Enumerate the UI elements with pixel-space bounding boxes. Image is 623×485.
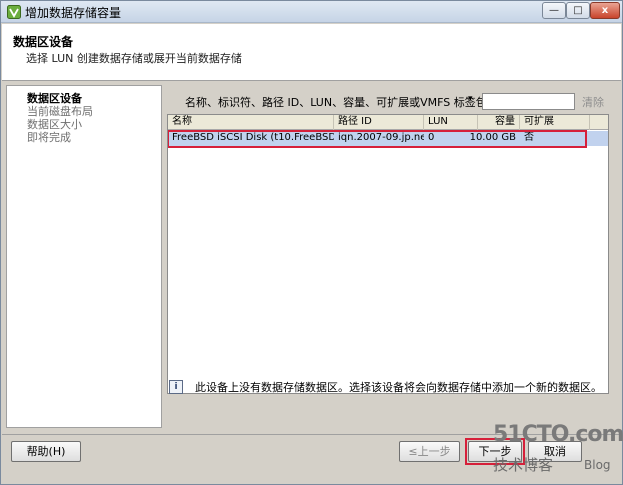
watermark: 51CTO.com 技术博客 Blog	[485, 422, 623, 482]
wizard-content: 名称、标识符、路径 ID、LUN、容量、可扩展或VMFS 标签包含: ▾ 清除 …	[163, 85, 619, 428]
watermark-blog-cn: 技术博客	[493, 456, 554, 474]
page-title: 数据区设备	[13, 35, 74, 49]
device-table: 名称 路径 ID LUN 容量 可扩展 FreeBSD iSCSI Disk (…	[167, 114, 609, 394]
maximize-button[interactable]: □	[566, 2, 590, 19]
wizard-window: 增加数据存储容量 — □ x 数据区设备 选择 LUN 创建数据存储或展开当前数…	[0, 0, 623, 485]
vsphere-app-icon	[7, 5, 21, 19]
step-ready-to-complete: 即将完成	[27, 131, 71, 144]
back-button[interactable]: ≤上一步	[399, 441, 460, 462]
wizard-header: 数据区设备 选择 LUN 创建数据存储或展开当前数据存储	[2, 24, 621, 81]
column-header-lun[interactable]: LUN	[424, 115, 478, 130]
title-bar[interactable]: 增加数据存储容量 — □ x	[1, 1, 622, 23]
clear-filter-button[interactable]: 清除	[582, 94, 604, 110]
column-header-name[interactable]: 名称	[168, 115, 334, 130]
close-button[interactable]: x	[590, 2, 620, 19]
window-title: 增加数据存储容量	[25, 6, 122, 20]
wizard-steps-panel: 数据区设备 当前磁盘布局 数据区大小 即将完成	[6, 85, 162, 428]
filter-label: 名称、标识符、路径 ID、LUN、容量、可扩展或VMFS 标签包含:	[185, 96, 502, 109]
watermark-blog: Blog	[584, 458, 611, 472]
page-subtitle: 选择 LUN 创建数据存储或展开当前数据存储	[26, 52, 242, 65]
filter-input[interactable]	[482, 93, 575, 110]
column-header-path-id[interactable]: 路径 ID	[334, 115, 424, 130]
filter-dropdown-icon[interactable]: ▾	[468, 94, 473, 104]
minimize-button[interactable]: —	[542, 2, 566, 19]
column-header-expandable[interactable]: 可扩展	[520, 115, 590, 130]
table-header: 名称 路径 ID LUN 容量 可扩展	[168, 115, 608, 130]
column-header-capacity[interactable]: 容量	[478, 115, 520, 130]
watermark-site: 51CTO.com	[493, 422, 623, 447]
info-icon: i	[169, 380, 183, 394]
help-button[interactable]: 帮助(H)	[11, 441, 81, 462]
selection-highlight	[168, 130, 587, 148]
info-message: 此设备上没有数据存储数据区。选择该设备将会向数据存储中添加一个新的数据区。	[195, 381, 602, 394]
